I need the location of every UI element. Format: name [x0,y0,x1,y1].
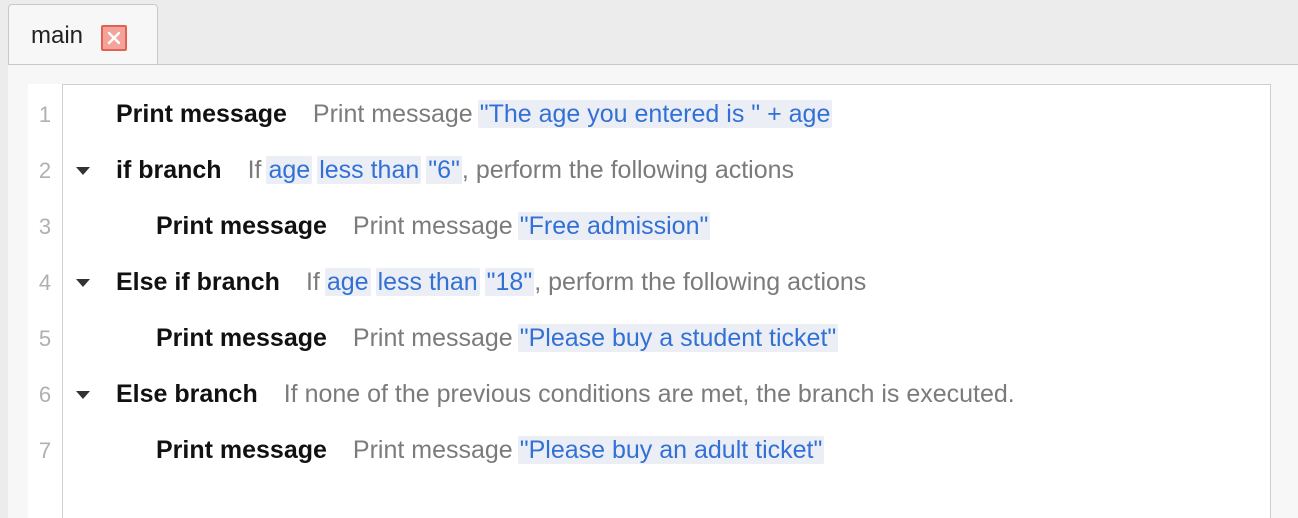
condition-tail: , perform the following actions [534,268,867,296]
message-value[interactable]: "Free admission" [517,212,711,240]
statement-keyword: Print message [156,324,327,352]
statement-keyword: Else branch [116,380,258,408]
statement: Print message Print message "Please buy an… [156,435,825,465]
statement-keyword: if branch [116,156,222,184]
statement: Print message Print message "Please buy a … [156,323,839,353]
statement: Print message Print message "The age you e… [116,99,833,129]
collapse-arrow-icon[interactable] [76,167,90,176]
statement-text: If none of the previous conditions are m… [283,380,1015,408]
code-line-6[interactable]: 6 Else branch If none of the previous con… [0,374,1298,414]
statement-text: Print message [312,100,473,128]
condition-variable[interactable]: age [266,156,313,184]
statement-keyword: Print message [156,212,327,240]
if-text: If [247,156,262,184]
collapse-arrow-icon[interactable] [76,391,90,400]
statement-keyword: Print message [156,436,327,464]
tab-bar: main [0,0,1298,66]
line-number: 5 [38,326,52,351]
code-line-2[interactable]: 2 if branch If age less than "6", perform th… [0,150,1298,190]
statement-keyword: Print message [116,100,287,128]
statement-text: Print message [352,212,513,240]
condition-value[interactable]: "6" [426,156,462,184]
line-number: 3 [38,214,52,239]
code-line-5[interactable]: 5 Print message Print message "Please buy … [0,318,1298,358]
code-line-4[interactable]: 4 Else if branch If age less than "18", perf… [0,262,1298,302]
condition-operator[interactable]: less than [375,268,480,296]
statement: Print message Print message "Free admissio… [156,211,711,241]
line-number: 1 [38,102,52,127]
line-number: 6 [38,382,52,407]
line-number: 4 [38,270,52,295]
collapse-arrow-icon[interactable] [76,279,90,288]
tab-main[interactable]: main [8,4,158,66]
message-value[interactable]: "The age you entered is " + age [477,100,833,128]
statement-text: Print message [352,436,513,464]
if-text: If [305,268,320,296]
code-line-1[interactable]: 1 Print message Print message "The age you… [0,94,1298,134]
condition-variable[interactable]: age [324,268,371,296]
code-line-7[interactable]: 7 Print message Print message "Please buy … [0,430,1298,470]
statement-keyword: Else if branch [116,268,280,296]
statement-text: Print message [352,324,513,352]
close-icon[interactable] [101,25,127,51]
line-number: 7 [38,438,52,463]
tab-label: main [31,22,84,49]
condition-operator[interactable]: less than [317,156,422,184]
statement: Else branch If none of the previous condi… [116,379,1015,409]
statement: Else if branch If age less than "18", perfor… [116,267,866,297]
code-line-3[interactable]: 3 Print message Print message "Free admiss… [0,206,1298,246]
condition-value[interactable]: "18" [484,268,535,296]
condition-tail: , perform the following actions [461,156,795,184]
statement: if branch If age less than "6", perform the … [116,155,794,185]
message-value[interactable]: "Please buy a student ticket" [517,324,839,352]
message-value[interactable]: "Please buy an adult ticket" [517,436,825,464]
line-number: 2 [38,158,52,183]
